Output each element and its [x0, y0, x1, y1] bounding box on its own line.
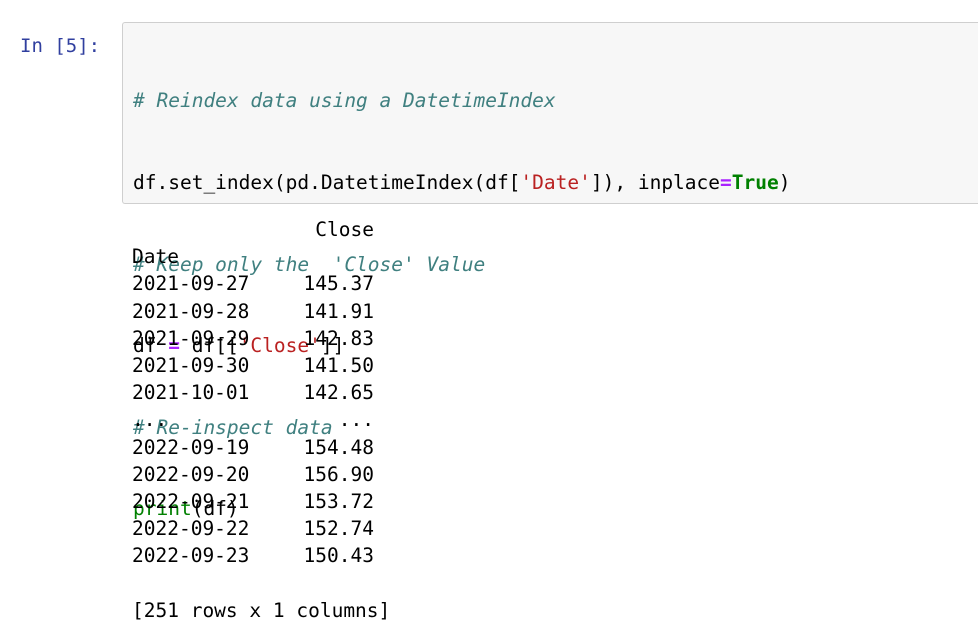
date-cell: 2022-09-20 [132, 462, 250, 486]
date-cell: 2022-09-22 [132, 517, 250, 541]
date-cell: 2021-09-30 [132, 353, 250, 377]
code-text: df.set_index(pd.DatetimeIndex(df[ [133, 171, 521, 194]
index-name: Date [132, 245, 179, 269]
code-text: ]), inplace [590, 171, 721, 194]
close-cell: 142.83 [303, 326, 374, 350]
close-cell: 145.37 [303, 272, 374, 296]
code-keyword: True [731, 171, 779, 194]
date-cell: 2021-09-27 [132, 272, 250, 296]
column-header: Close [315, 218, 374, 241]
date-cell: 2021-09-29 [132, 326, 250, 350]
close-cell: 150.43 [303, 544, 374, 568]
close-cell: 142.65 [303, 381, 374, 405]
code-string: 'Date' [520, 171, 591, 194]
table-row: 2022-09-23 150.43 [132, 542, 390, 569]
date-cell: 2022-09-19 [132, 435, 250, 459]
table-row: ...... [132, 406, 390, 433]
close-cell: 153.72 [303, 489, 374, 513]
output-header-row: Close [132, 216, 390, 243]
close-cell: ... [338, 408, 374, 432]
table-row: 2021-09-27 145.37 [132, 270, 390, 297]
date-cell: ... [132, 408, 168, 432]
date-cell: 2022-09-23 [132, 544, 250, 568]
date-cell: 2021-09-28 [132, 299, 250, 323]
output-rows: 2021-09-27 145.37 2021-09-28 141.91 2021-09-… [132, 270, 390, 569]
code-comment: # Reindex data using a DatetimeIndex [133, 89, 556, 113]
close-cell: 154.48 [303, 435, 374, 459]
code-line-2: df.set_index(pd.DatetimeIndex(df['Date']… [133, 169, 790, 196]
close-cell: 141.91 [303, 299, 374, 323]
table-row: 2022-09-20 156.90 [132, 461, 390, 488]
code-cell-input[interactable]: # Reindex data using a DatetimeIndex df.… [122, 22, 978, 520]
code-text: ) [778, 171, 791, 194]
date-cell: 2021-10-01 [132, 381, 250, 405]
table-row: 2021-09-29 142.83 [132, 325, 390, 352]
table-row: 2021-09-30 141.50 [132, 352, 390, 379]
code-line-1: # Reindex data using a DatetimeIndex [133, 87, 790, 114]
close-cell: 141.50 [303, 353, 374, 377]
output-index-name-row: Date [132, 243, 390, 270]
table-row: 2021-10-01 142.65 [132, 379, 390, 406]
close-cell: 156.90 [303, 462, 374, 486]
code-operator: = [720, 171, 732, 194]
cell-output: Close Date 2021-09-27 145.37 2021-09-28 141… [132, 216, 390, 624]
table-row: 2022-09-21 153.72 [132, 488, 390, 515]
input-prompt: In [5]: [20, 35, 101, 57]
table-row: 2022-09-19 154.48 [132, 434, 390, 461]
date-cell: 2022-09-21 [132, 489, 250, 513]
close-cell: 152.74 [303, 517, 374, 541]
output-summary: [251 rows x 1 columns] [132, 598, 391, 622]
table-row: 2022-09-22 152.74 [132, 515, 390, 542]
table-row: 2021-09-28 141.91 [132, 298, 390, 325]
